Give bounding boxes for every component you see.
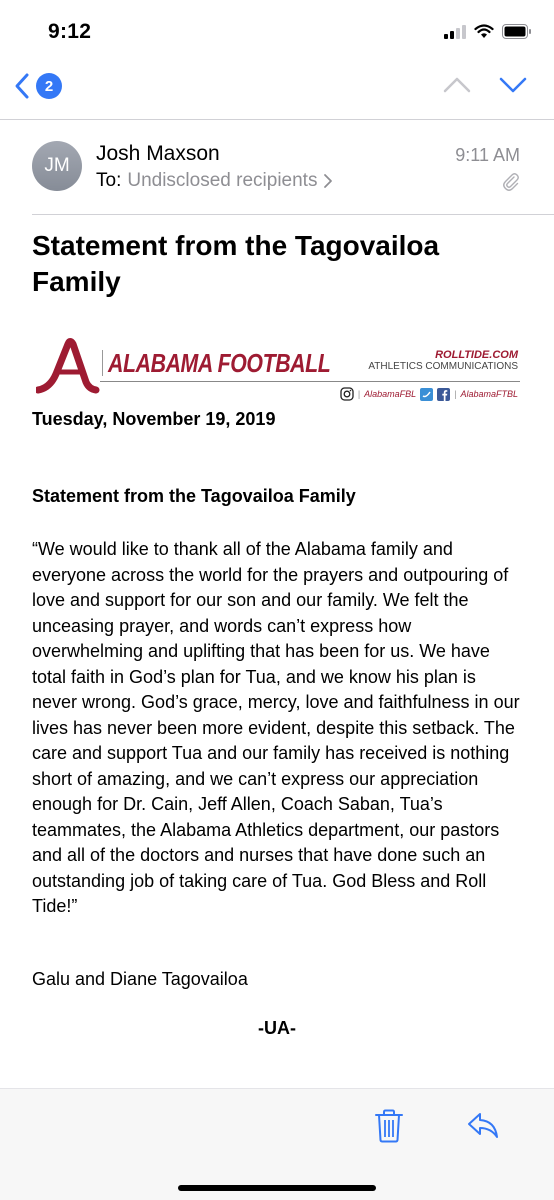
social-separator-2: |	[454, 389, 457, 399]
recipients-text: Undisclosed recipients	[127, 170, 318, 191]
next-message-button[interactable]	[498, 76, 528, 99]
banner-separator	[102, 350, 103, 376]
alabama-a-logo	[36, 338, 100, 394]
nav-bar: 2	[0, 62, 554, 114]
back-button[interactable]: 2	[14, 72, 62, 100]
banner-social-row: | AlabamaFBL | AlabamaFTBL	[340, 387, 518, 401]
reply-button[interactable]	[466, 1111, 500, 1144]
facebook-icon	[437, 387, 451, 401]
unread-count-badge: 2	[36, 73, 62, 99]
statement-date: Tuesday, November 19, 2019	[32, 409, 276, 429]
message-time: 9:11 AM	[455, 145, 520, 165]
reply-icon	[468, 1113, 498, 1138]
trash-icon	[375, 1109, 403, 1143]
banner-rolltide: ROLLTIDE.COM ATHLETICS COMMUNICATIONS	[368, 349, 518, 373]
chevron-right-icon	[324, 174, 333, 188]
message-header: JM Josh Maxson To: Undisclosed recipient…	[0, 128, 554, 214]
statement-heading: Statement from the Tagovailoa Family	[32, 486, 356, 506]
social-handle-1: AlabamaFBL	[364, 389, 417, 399]
sender-name[interactable]: Josh Maxson	[96, 142, 220, 166]
banner-title: ALABAMA FOOTBALL	[108, 348, 331, 378]
social-handle-2: AlabamaFTBL	[460, 389, 518, 399]
wifi-icon	[474, 24, 494, 38]
signal-icon	[444, 24, 466, 39]
status-time: 9:12	[48, 20, 92, 43]
battery-icon	[502, 24, 531, 39]
banner-rule	[100, 381, 520, 382]
social-separator: |	[357, 389, 361, 399]
email-subject: Statement from the Tagovailoa Family	[32, 230, 440, 297]
avatar: JM	[32, 141, 82, 191]
banner-department: ATHLETICS COMMUNICATIONS	[368, 361, 518, 372]
statement-body: “We would like to thank all of the Alaba…	[32, 539, 520, 916]
recipients-row[interactable]: To: Undisclosed recipients	[96, 170, 333, 192]
previous-message-button[interactable]	[442, 76, 472, 99]
nav-divider	[0, 119, 554, 120]
chevron-up-icon	[443, 77, 471, 93]
home-indicator	[178, 1185, 376, 1191]
instagram-icon	[340, 387, 354, 401]
status-icons	[444, 24, 532, 39]
trash-button[interactable]	[374, 1109, 404, 1148]
bottom-toolbar	[0, 1088, 554, 1200]
status-bar: 9:12	[0, 0, 554, 62]
alabama-football-banner: ALABAMA FOOTBALL ROLLTIDE.COM ATHLETICS …	[36, 336, 520, 408]
statement-footer: -UA-	[258, 1018, 296, 1038]
chevron-down-icon	[499, 77, 527, 93]
to-label: To:	[96, 170, 122, 191]
banner-site: ROLLTIDE.COM	[435, 349, 518, 361]
statement-signature: Galu and Diane Tagovailoa	[32, 969, 248, 989]
header-divider	[32, 214, 554, 215]
chevron-left-icon	[15, 73, 29, 99]
paperclip-icon	[503, 173, 519, 191]
twitter-icon	[420, 387, 434, 401]
